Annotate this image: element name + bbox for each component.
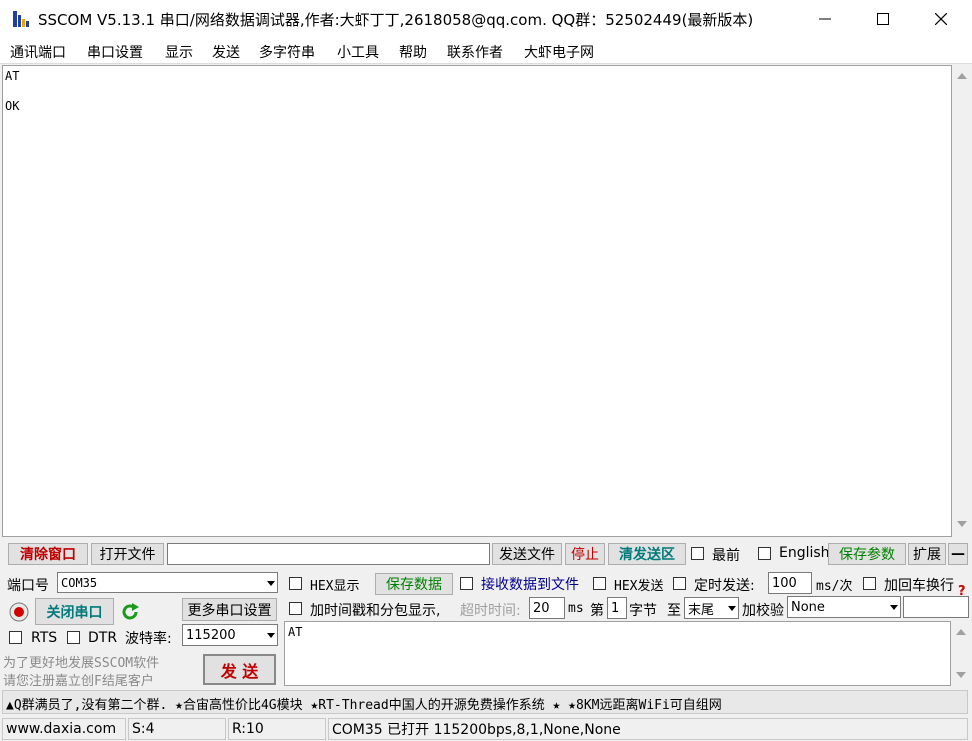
minimize-icon: [819, 18, 831, 20]
promo-line-2[interactable]: 请您注册嘉立创F结尾客户: [3, 670, 154, 689]
minimize-button[interactable]: [796, 0, 854, 38]
scroll-down-icon: [956, 672, 966, 678]
hex-send-label: HEX发送: [614, 579, 664, 594]
receive-scrollbar[interactable]: [952, 65, 969, 537]
to-label: 至: [667, 603, 681, 619]
topmost-label: 最前: [712, 548, 740, 564]
receive-line: OK: [5, 99, 20, 113]
port-status-led-icon: [9, 602, 29, 622]
add-crlf-checkbox[interactable]: [863, 577, 876, 590]
hex-display-label: HEX显示: [310, 579, 360, 594]
interval-unit-label: ms/次: [816, 579, 853, 594]
port-label: 端口号: [7, 578, 49, 594]
timeout-input[interactable]: 20: [529, 597, 565, 619]
port-value: COM35: [61, 575, 98, 590]
dtr-checkbox[interactable]: [67, 631, 80, 644]
menu-contact-author[interactable]: 联系作者: [447, 42, 503, 62]
send-button[interactable]: 发 送: [203, 654, 276, 685]
stop-button[interactable]: 停止: [565, 543, 605, 565]
news-ticker[interactable]: ▲Q群满员了,没有第二个群. ★合宙高性价比4G模块 ★RT-Thread中国人…: [2, 690, 968, 714]
file-path-input[interactable]: [167, 543, 490, 565]
menu-comm-port[interactable]: 通讯端口: [10, 42, 66, 62]
menu-help[interactable]: 帮助: [399, 42, 427, 62]
send-scrollbar[interactable]: [951, 621, 969, 686]
save-params-button[interactable]: 保存参数: [828, 543, 906, 565]
timed-send-checkbox[interactable]: [673, 577, 686, 590]
chevron-down-icon: [267, 633, 275, 638]
receive-line: AT: [5, 69, 20, 83]
timeout-label: 超时时间:: [460, 603, 521, 619]
recv-to-file-label[interactable]: 接收数据到文件: [481, 574, 579, 594]
byte-suffix-label: 字节: [629, 603, 657, 619]
status-port-state: COM35 已打开 115200bps,8,1,None,None: [328, 718, 968, 740]
timestamp-checkbox[interactable]: [289, 602, 302, 615]
collapse-button[interactable]: —: [948, 543, 968, 565]
timed-send-label: 定时发送:: [694, 578, 755, 594]
timestamp-label: 加时间戳和分包显示,: [310, 603, 441, 619]
hex-display-checkbox[interactable]: [289, 577, 302, 590]
chevron-down-icon: [728, 606, 736, 611]
ticker-text: ▲Q群满员了,没有第二个群. ★合宙高性价比4G模块 ★RT-Thread中国人…: [6, 698, 722, 713]
clear-window-button[interactable]: 清除窗口: [8, 543, 88, 565]
window-title: SSCOM V5.13.1 串口/网络数据调试器,作者:大虾丁丁,2618058…: [38, 11, 754, 29]
expand-button[interactable]: 扩展: [908, 543, 946, 565]
menu-multi-string[interactable]: 多字符串: [259, 42, 315, 62]
status-received-count: R:10: [228, 718, 326, 740]
topmost-checkbox[interactable]: [691, 547, 704, 560]
receive-area[interactable]: AT OK: [2, 65, 952, 537]
baud-label: 波特率:: [125, 631, 172, 647]
to-value: 末尾: [688, 602, 715, 618]
menu-tools[interactable]: 小工具: [337, 42, 379, 62]
checksum-label: 加校验: [742, 603, 784, 619]
to-select[interactable]: 末尾: [684, 597, 739, 619]
port-select[interactable]: COM35: [57, 572, 278, 593]
maximize-icon: [877, 13, 889, 25]
recv-to-file-checkbox[interactable]: [460, 577, 473, 590]
chevron-down-icon: [890, 605, 898, 610]
add-crlf-label: 加回车换行: [884, 578, 954, 594]
menu-display[interactable]: 显示: [165, 42, 193, 62]
english-label: English: [779, 545, 830, 561]
menu-daxia-site[interactable]: 大虾电子网: [524, 42, 594, 62]
send-file-button[interactable]: 发送文件: [492, 543, 562, 565]
dtr-label: DTR: [88, 630, 118, 646]
rts-checkbox[interactable]: [9, 631, 22, 644]
chevron-down-icon: [267, 580, 275, 586]
interval-input[interactable]: 100: [768, 572, 812, 594]
open-file-button[interactable]: 打开文件: [91, 543, 164, 565]
promo-line-1[interactable]: 为了更好地发展SSCOM软件: [3, 652, 159, 671]
english-checkbox[interactable]: [758, 547, 771, 560]
title-bar: SSCOM V5.13.1 串口/网络数据调试器,作者:大虾丁丁,2618058…: [0, 0, 972, 38]
send-text: AT: [288, 625, 303, 639]
app-icon: [13, 11, 29, 27]
save-data-button[interactable]: 保存数据: [375, 573, 453, 595]
hex-send-checkbox[interactable]: [593, 577, 606, 590]
scroll-up-icon: [957, 73, 967, 79]
clear-send-button[interactable]: 清发送区: [608, 543, 686, 565]
menu-bar: 通讯端口 串口设置 显示 发送 多字符串 小工具 帮助 联系作者 大虾电子网: [0, 38, 972, 64]
timeout-unit-label: ms: [568, 601, 584, 616]
menu-serial-settings[interactable]: 串口设置: [87, 42, 143, 62]
refresh-icon[interactable]: [119, 601, 141, 623]
menu-send[interactable]: 发送: [212, 42, 240, 62]
close-window-button[interactable]: [912, 0, 970, 38]
status-bar: www.daxia.com S:4 R:10 COM35 已打开 115200b…: [0, 716, 972, 741]
send-text-area[interactable]: AT: [284, 621, 951, 686]
baud-select[interactable]: 115200: [182, 624, 278, 646]
status-sent-count: S:4: [128, 718, 226, 740]
checksum-select[interactable]: None: [787, 596, 901, 618]
close-icon: [935, 13, 947, 25]
byte-prefix-label: 第: [590, 603, 604, 619]
more-port-settings-button[interactable]: 更多串口设置: [182, 598, 277, 621]
checksum-extra-field: [903, 596, 969, 618]
rts-label: RTS: [31, 630, 58, 646]
byte-index-input[interactable]: 1: [607, 597, 627, 619]
maximize-button[interactable]: [854, 0, 912, 38]
checksum-value: None: [791, 599, 825, 615]
scroll-down-icon: [957, 521, 967, 527]
close-port-button[interactable]: 关闭串口: [35, 598, 114, 625]
baud-value: 115200: [186, 627, 236, 643]
scroll-up-icon: [956, 629, 966, 635]
status-site[interactable]: www.daxia.com: [2, 718, 126, 740]
